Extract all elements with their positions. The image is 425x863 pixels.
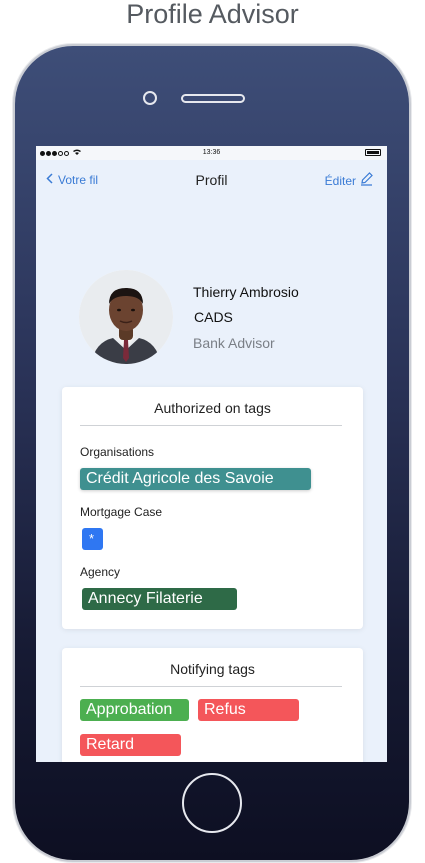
status-time: 13:36: [202, 149, 221, 156]
tag-refus[interactable]: Refus: [198, 699, 299, 721]
page-title: Profile Advisor: [126, 0, 299, 29]
speaker: [181, 94, 245, 103]
divider: [80, 686, 342, 687]
tag-retard[interactable]: Retard: [80, 734, 181, 756]
home-button[interactable]: [182, 773, 242, 833]
profile-role: Bank Advisor: [193, 335, 275, 351]
camera: [143, 91, 157, 105]
notifying-tags-title: Notifying tags: [170, 661, 255, 677]
profile-name: Thierry Ambrosio: [193, 284, 299, 300]
battery-icon: [365, 149, 381, 156]
tag-approbation[interactable]: Approbation: [80, 699, 189, 721]
pencil-icon: [360, 172, 373, 189]
profile-company: CADS: [194, 309, 233, 325]
organisations-label: Organisations: [80, 445, 155, 459]
edit-label: Éditer: [324, 173, 356, 188]
authorized-tags-title: Authorized on tags: [154, 400, 271, 416]
agency-tag[interactable]: Annecy Filaterie: [82, 588, 237, 610]
edit-button[interactable]: Éditer: [325, 172, 373, 189]
notifying-tags-card: Notifying tags Approbation Refus Retard: [62, 648, 363, 762]
organisation-tag[interactable]: Crédit Agricole des Savoie: [80, 468, 311, 490]
phone-frame: 13:36 Votre fil Profil Éditer Thierry Am…: [15, 46, 409, 860]
agency-label: Agency: [80, 565, 121, 579]
nav-bar: Votre fil Profil Éditer: [36, 160, 387, 202]
status-bar: 13:36: [36, 146, 387, 160]
mortgage-case-tag[interactable]: *: [82, 528, 103, 550]
authorized-tags-card: Authorized on tags Organisations Crédit …: [62, 387, 363, 629]
mortgage-case-label: Mortgage Case: [80, 505, 163, 519]
phone-screen: 13:36 Votre fil Profil Éditer Thierry Am…: [36, 146, 387, 762]
avatar: [79, 270, 173, 364]
divider: [80, 425, 342, 426]
